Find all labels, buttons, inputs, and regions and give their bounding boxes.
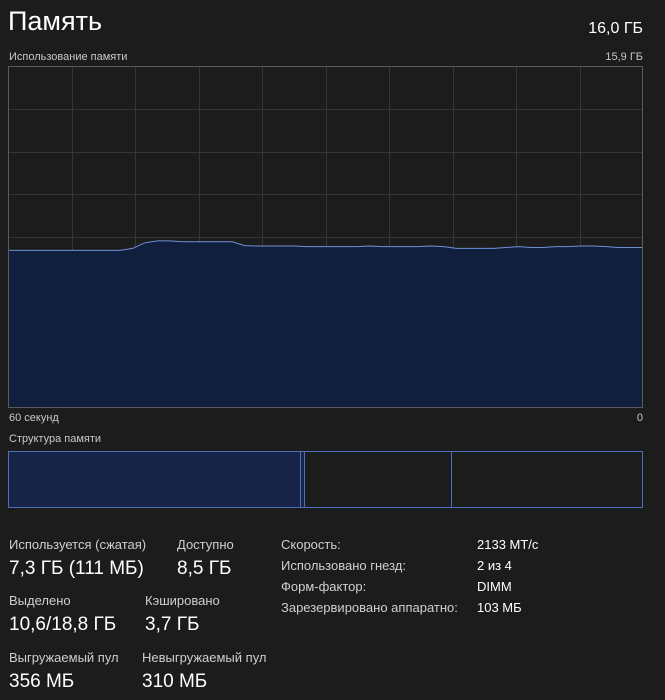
slots-label: Использовано гнезд: <box>281 558 406 573</box>
speed-label: Скорость: <box>281 537 341 552</box>
speed-value: 2133 МТ/с <box>477 537 539 552</box>
committed-label: Выделено <box>9 593 71 608</box>
page-title: Память <box>8 6 103 36</box>
segment-in-use[interactable] <box>9 452 300 507</box>
available-label: Доступно <box>177 537 234 552</box>
nonpaged-pool-label: Невыгружаемый пул <box>142 650 267 665</box>
paged-pool-value: 356 МБ <box>9 671 75 692</box>
in-use-value: 7,3 ГБ (111 МБ) <box>9 558 144 579</box>
available-value: 8,5 ГБ <box>177 558 232 579</box>
usage-area-fill <box>8 240 643 408</box>
total-memory: 16,0 ГБ <box>588 20 643 37</box>
form-factor-value: DIMM <box>477 579 512 594</box>
reserved-value: 103 МБ <box>477 600 522 615</box>
segment-free[interactable] <box>451 452 642 507</box>
chart-max-label: 15,9 ГБ <box>605 51 643 63</box>
reserved-label: Зарезервировано аппаратно: <box>281 600 458 615</box>
axis-start-label: 60 секунд <box>9 412 59 424</box>
in-use-label: Используется (сжатая) <box>9 537 147 552</box>
memory-composition-bar[interactable] <box>8 451 643 508</box>
form-factor-label: Форм-фактор: <box>281 579 367 594</box>
axis-end-label: 0 <box>636 412 643 424</box>
committed-value: 10,6/18,8 ГБ <box>9 614 117 635</box>
cached-value: 3,7 ГБ <box>145 614 200 635</box>
memory-usage-chart <box>8 66 643 408</box>
slots-value: 2 из 4 <box>477 558 512 573</box>
paged-pool-label: Выгружаемый пул <box>9 650 119 665</box>
cached-label: Кэшировано <box>145 593 220 608</box>
structure-label: Структура памяти <box>9 433 102 445</box>
segment-standby[interactable] <box>304 452 451 507</box>
nonpaged-pool-value: 310 МБ <box>142 671 208 692</box>
chart-title: Использование памяти <box>9 51 128 63</box>
